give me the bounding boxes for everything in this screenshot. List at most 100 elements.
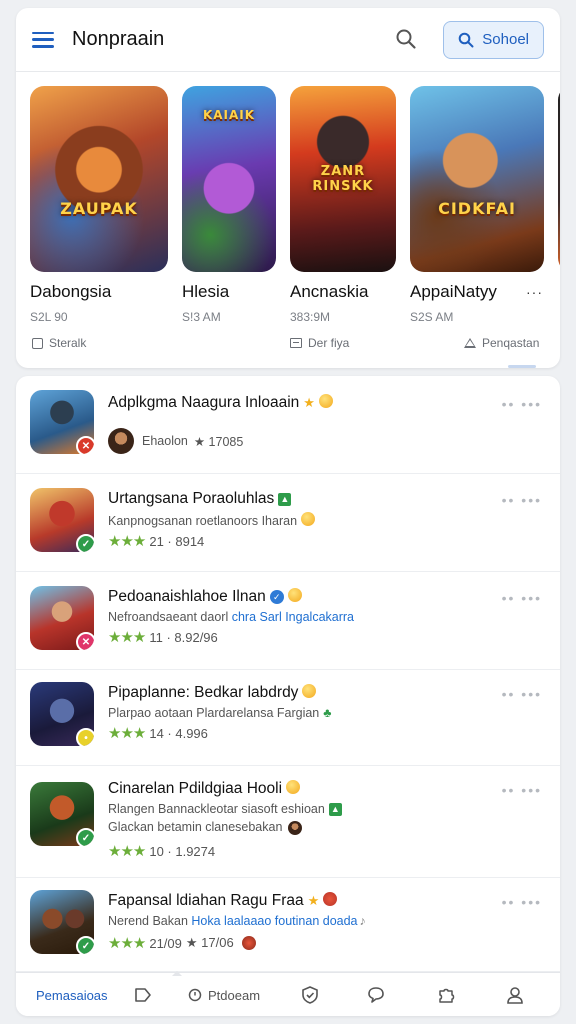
more-options-icon[interactable]: ···	[526, 284, 543, 300]
clock-icon	[188, 988, 202, 1002]
featured-caption-1[interactable]: Dabongsia S2L 90	[30, 282, 111, 324]
search-button[interactable]: Sohoel	[443, 20, 544, 59]
list-item-description: Nefroandsaeant daorl chra Sarl Ingalcaka…	[108, 610, 354, 624]
featured-subtitle: 383:9M	[290, 310, 331, 324]
app-icon: ✓	[30, 890, 94, 954]
app-badge-icon: •	[76, 728, 94, 746]
chat-icon	[368, 987, 384, 1003]
nav-item-shield[interactable]	[300, 973, 320, 1016]
featured-caption-4[interactable]: AppaiNatyy S2S AM	[410, 282, 497, 324]
featured-subtitle: S!3 AM	[182, 310, 221, 324]
list-item-description: Rlangen Bannackleotar siasoft eshioan ▲	[108, 802, 342, 816]
featured-tile-5[interactable]	[558, 86, 560, 272]
description-text: Nefroandsaeant daorl	[108, 610, 229, 624]
app-icon: ✓	[30, 782, 94, 846]
rating-row: ★★★ 10 · 1.9274	[108, 842, 215, 860]
list-item-description: Nerend Bakan Hoka laalaaao foutinan doad…	[108, 914, 366, 928]
footer-item-middle[interactable]: Der fiya	[290, 336, 349, 350]
app-badge-icon: ✕	[76, 436, 94, 454]
search-icon[interactable]	[395, 28, 419, 52]
rating-meta: 11 · 8.92/96	[149, 629, 218, 645]
featured-subtitle: S2L 90	[30, 310, 68, 324]
footer-item-left[interactable]: Steralk	[32, 336, 86, 350]
puzzle-icon	[439, 988, 455, 1003]
list-item[interactable]: ✓ Urtangsana Poraoluhlas ▲ Kanpnogsanan r…	[16, 474, 560, 572]
featured-caption-3[interactable]: Ancnaskia 383:9M	[290, 282, 368, 324]
game-artwork	[558, 86, 560, 272]
list-item-description-2: Glackan betamin clanesebakan	[108, 820, 303, 835]
app-badge-icon: ✓	[76, 828, 94, 846]
rating-meta: 14 · 4.996	[149, 725, 208, 741]
rating-stars: ★★★	[108, 935, 146, 952]
tag-icon	[135, 988, 151, 1002]
list-item-title: Fapansal ldiahan Ragu Fraa ★	[108, 892, 338, 910]
featured-carousel[interactable]: ZAUPAK KAIAIK ZANR RINSKK CIDKFAI	[30, 86, 560, 276]
rating-stars: ★★★	[108, 725, 146, 742]
rating-stars: ★★★	[108, 843, 146, 860]
star-icon: ★	[307, 893, 320, 908]
emoji-icon	[318, 394, 333, 408]
row-menu-icon[interactable]: •• •••	[502, 396, 542, 412]
row-menu-icon[interactable]: •• •••	[502, 894, 542, 910]
rating-text: ★ 17/06	[185, 935, 234, 950]
list-item[interactable]: • Pipaplanne: Bedkar labdrdy Plarpao aot…	[16, 670, 560, 766]
footer-item-right[interactable]: Penqastan	[464, 336, 539, 350]
list-item-title-text: Fapansal ldiahan Ragu Fraa	[108, 892, 304, 909]
list-item[interactable]: ✕ Adplkgma Naagura Inloaain ★ Ehaolon ★ 1…	[16, 376, 560, 474]
list-item[interactable]: ✕ Pedoanaishlahoe Ilnan ✓ Nefroandsaeant …	[16, 572, 560, 670]
description-link[interactable]: chra Sarl Ingalcakarra	[232, 610, 354, 624]
shield-icon	[302, 986, 318, 1004]
rating-row: ★★★ 14 · 4.996	[108, 724, 208, 742]
nav-item-second[interactable]: Ptdoeam	[188, 973, 260, 1016]
nav-item-tag[interactable]	[134, 973, 152, 1016]
tile-logo: CIDKFAI	[438, 199, 516, 218]
featured-footer: Steralk Der fiya Penqastan	[16, 336, 560, 356]
featured-caption-2[interactable]: Hlesia S!3 AM	[182, 282, 229, 324]
emoji-icon	[323, 892, 338, 906]
avatar	[108, 428, 134, 454]
rating-text: ★ 17085	[193, 434, 244, 449]
featured-tile-4[interactable]: CIDKFAI	[410, 86, 544, 272]
featured-tile-2[interactable]: KAIAIK	[182, 86, 276, 272]
list-item[interactable]: ✓ Cinarelan Pdildgiaa Hooli Rlangen Bann…	[16, 766, 560, 878]
nav-item-chat[interactable]	[366, 973, 386, 1016]
description-text: Glackan betamin clanesebakan	[108, 820, 283, 834]
nav-second-label: Ptdoeam	[208, 987, 261, 1003]
nav-item-home[interactable]: Pemasaioas	[36, 973, 108, 1016]
app-badge-icon: ✓	[76, 936, 94, 954]
row-menu-icon[interactable]: •• •••	[502, 492, 542, 508]
reviewer-name: Ehaolon	[142, 434, 188, 448]
featured-tile-1[interactable]: ZAUPAK	[30, 86, 168, 272]
app-title: Nonpraain	[72, 28, 165, 50]
list-item-title-text: Pedoanaishlahoe Ilnan	[108, 588, 266, 605]
featured-title: Hlesia	[182, 282, 230, 301]
list-item-title: Cinarelan Pdildgiaa Hooli	[108, 780, 301, 798]
app-badge-icon: ✕	[76, 632, 94, 650]
app-icon: ✓	[30, 488, 94, 552]
game-artwork	[410, 86, 544, 272]
featured-tile-3[interactable]: ZANR RINSKK	[290, 86, 396, 272]
nav-item-profile[interactable]	[506, 973, 524, 1016]
emoji-icon	[241, 936, 256, 950]
row-menu-icon[interactable]: •• •••	[502, 782, 542, 798]
description-text: Kanpnogsanan roetlanoors Iharan	[108, 514, 298, 528]
nav-pointer	[172, 971, 182, 976]
hamburger-menu-icon[interactable]	[32, 31, 54, 48]
checkbox-icon	[32, 337, 43, 349]
list-item-title: Urtangsana Poraoluhlas ▲	[108, 490, 292, 508]
featured-card: Nonpraain Sohoel ZAUPAK KAIAIK ZANR RINS…	[16, 8, 560, 368]
row-menu-icon[interactable]: •• •••	[502, 590, 542, 606]
row-menu-icon[interactable]: •• •••	[502, 686, 542, 702]
list-item[interactable]: ✓ Fapansal ldiahan Ragu Fraa ★ Nerend Bak…	[16, 878, 560, 972]
music-note-icon: ♪	[359, 914, 366, 928]
leaf-icon: ♣	[323, 706, 332, 720]
featured-subtitle: S2S AM	[410, 310, 454, 324]
footer-left-label: Steralk	[49, 336, 87, 350]
rating-stars: ★★★	[108, 629, 146, 646]
nav-item-puzzle[interactable]	[436, 973, 456, 1016]
emoji-icon	[302, 684, 317, 698]
app-header: Nonpraain Sohoel	[16, 8, 560, 72]
description-link[interactable]: Hoka laalaaao foutinan doada	[191, 914, 357, 928]
app-badge-icon: ✓	[76, 534, 94, 552]
footer-right-label: Penqastan	[482, 336, 540, 350]
